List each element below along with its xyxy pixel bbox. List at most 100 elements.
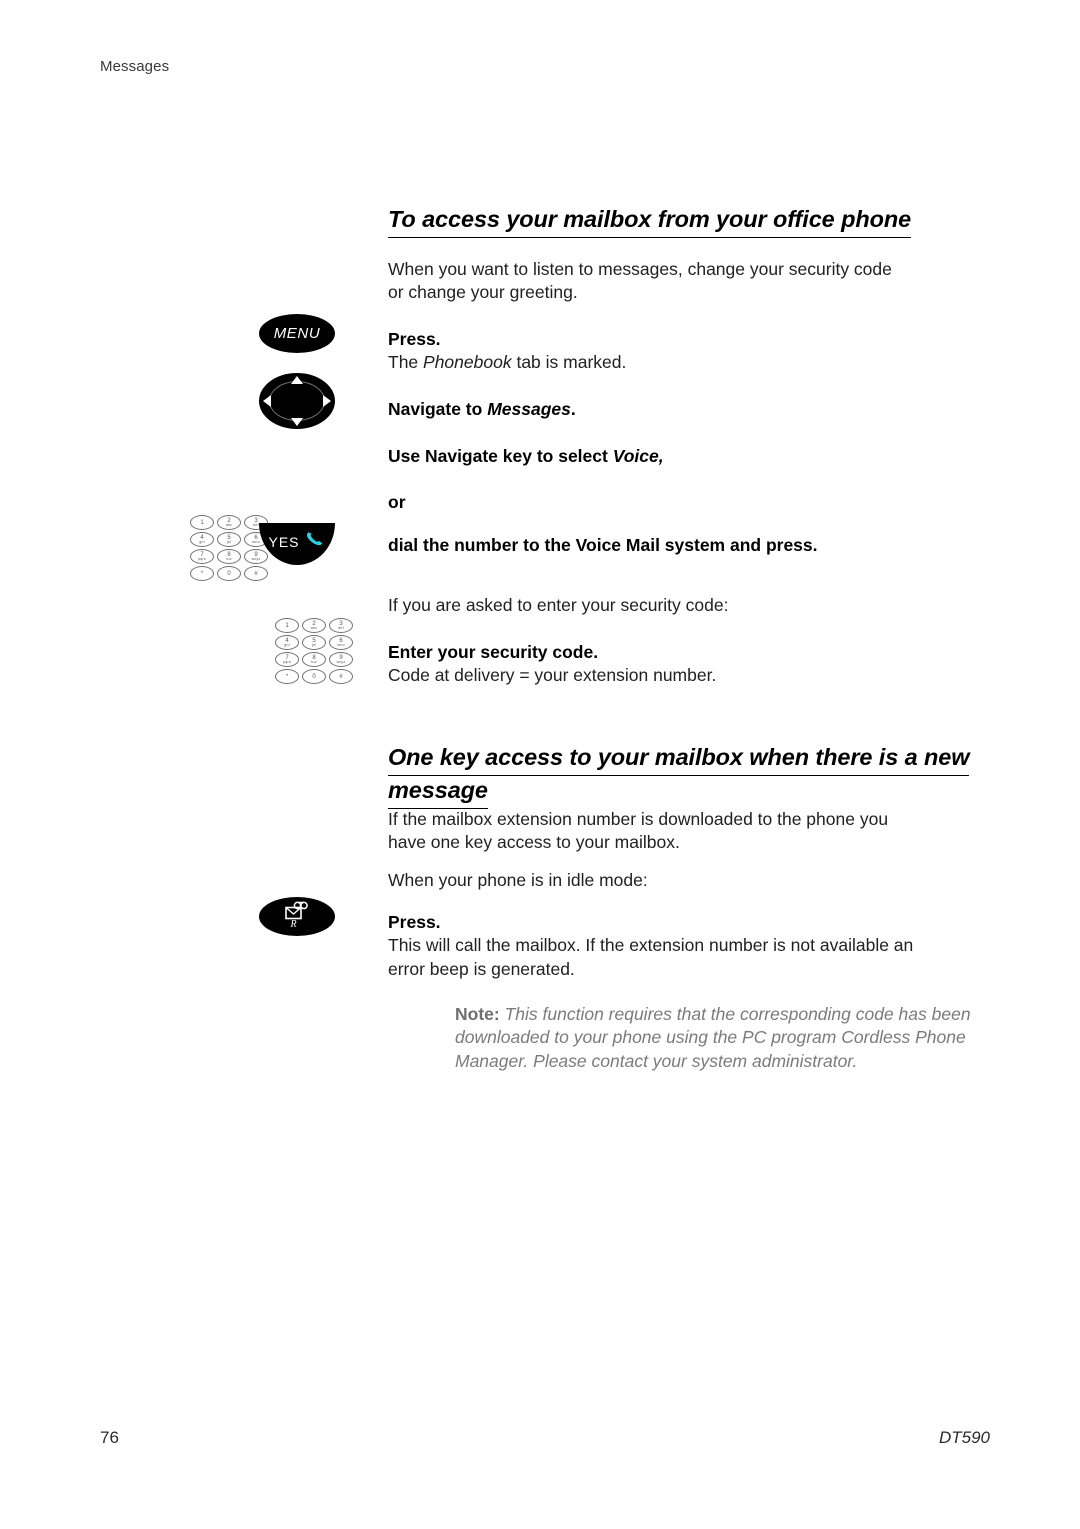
- keypad-key[interactable]: 5 jkl: [302, 635, 326, 650]
- manual-page: Messages To access your mailbox from you…: [0, 0, 1080, 1529]
- keypad-key[interactable]: 0: [302, 669, 326, 684]
- press-2-line-2: error beep is generated.: [388, 958, 575, 979]
- step-navigate-label: Navigate to Messages.: [388, 398, 988, 421]
- mailbox-r-label: R: [289, 919, 296, 929]
- footer-page-number: 76: [100, 1428, 119, 1447]
- step-use-navigate-label: Use Navigate key to select Voice,: [388, 445, 988, 468]
- section-1-intro-line-1: When you want to listen to messages, cha…: [388, 259, 892, 279]
- key-num: #: [339, 673, 343, 680]
- keypad-key[interactable]: 6 mno: [329, 635, 353, 650]
- keypad-key[interactable]: *: [275, 669, 299, 684]
- navigate-c: .: [570, 399, 576, 419]
- step-dial-label: dial the number to the Voice Mail system…: [388, 535, 818, 555]
- key-abc: def: [338, 625, 344, 630]
- keypad-grid-2: 1 2 abc 3 def 4 ghi 5 jkl 6 mno 7 pqrs 8 tuv 9w…: [275, 618, 353, 684]
- key-num: *: [200, 570, 204, 577]
- step-press-menu: Press. The Phonebook tab is marked.: [388, 328, 988, 375]
- keypad-key[interactable]: 7 pqrs: [275, 652, 299, 667]
- section-2-intro-paragraph: If the mailbox extension number is downl…: [388, 808, 988, 855]
- step-press-description: The Phonebook tab is marked.: [388, 351, 988, 374]
- keypad-icon-2[interactable]: 1 2 abc 3 def 4 ghi 5 jkl 6 mno 7 pqrs 8 tuv 9w…: [275, 618, 353, 684]
- keypad-key[interactable]: 1: [275, 618, 299, 633]
- key-num: 0: [227, 570, 231, 577]
- use-navigate-voice: Voice,: [612, 446, 664, 466]
- press-desc-a: The: [388, 352, 424, 373]
- key-abc: ghi: [284, 642, 290, 647]
- step-or: or: [388, 491, 988, 514]
- keypad-key[interactable]: 2 abc: [217, 515, 241, 530]
- phone-handset-icon: [304, 530, 326, 553]
- key-num: 0: [312, 673, 316, 680]
- keypad-key[interactable]: 8 tuv: [302, 652, 326, 667]
- navigate-key-icon[interactable]: [259, 373, 335, 429]
- keypad-key[interactable]: 5 jkl: [217, 532, 241, 547]
- idle-mode-text: When your phone is in idle mode:: [388, 869, 648, 890]
- section-1-intro-paragraph: When you want to listen to messages, cha…: [388, 258, 988, 305]
- section-2-heading-block: One key access to your mailbox when ther…: [388, 743, 988, 809]
- keypad-key[interactable]: 0: [217, 566, 241, 581]
- press-desc-c: tab is marked.: [511, 352, 627, 373]
- section-2-heading-line-2: message: [388, 776, 488, 809]
- step-press-label: Press.: [388, 329, 441, 349]
- keypad-icon-1[interactable]: 1 2 abc 3 def 4 ghi 5 jkl 6 mno 7 pqrs 8 tuv 9w…: [190, 515, 268, 581]
- keypad-key[interactable]: 9 wxyz: [329, 652, 353, 667]
- arrow-right-icon: [323, 395, 331, 407]
- keypad-key[interactable]: 8 tuv: [217, 549, 241, 564]
- key-num: 1: [200, 519, 204, 526]
- step-dial-number: dial the number to the Voice Mail system…: [388, 534, 988, 557]
- key-abc: abc: [225, 522, 233, 527]
- key-abc: tuv: [226, 556, 232, 561]
- key-abc: pqrs: [198, 556, 206, 561]
- keypad-key[interactable]: 3 def: [329, 618, 353, 633]
- mailbox-key-icon[interactable]: R: [259, 897, 335, 936]
- key-abc: jkl: [312, 642, 316, 647]
- section-1-intro-line-2: or change your greeting.: [388, 282, 578, 303]
- keypad-key[interactable]: 4 ghi: [190, 532, 214, 547]
- keypad-key[interactable]: 1: [190, 515, 214, 530]
- keypad-key[interactable]: *: [190, 566, 214, 581]
- menu-key-label: MENU: [273, 325, 321, 342]
- section-1-heading: To access your mailbox from your office …: [388, 205, 988, 238]
- keypad-key[interactable]: #: [329, 669, 353, 684]
- step-navigate-messages: Navigate to Messages.: [388, 398, 988, 421]
- arrow-left-icon: [263, 395, 271, 407]
- step-enter-security-code: Enter your security code. Code at delive…: [388, 641, 988, 688]
- voicemail-envelope-icon: R: [282, 899, 312, 934]
- code-delivery-text: Code at delivery = your extension number…: [388, 665, 717, 686]
- arrow-down-icon: [291, 418, 303, 426]
- press-2-description: This will call the mailbox. If the exten…: [388, 934, 988, 981]
- section-2-heading-line-1: One key access to your mailbox when ther…: [388, 743, 970, 776]
- note-text: This function requires that the correspo…: [455, 1004, 971, 1071]
- key-num: *: [285, 673, 289, 680]
- note-block: Note: This function requires that the co…: [455, 1003, 985, 1073]
- section-2-intro-line-1: If the mailbox extension number is downl…: [388, 809, 889, 829]
- key-num: #: [254, 570, 258, 577]
- navigate-a: Navigate to: [388, 399, 488, 419]
- yes-key-icon[interactable]: YES: [259, 523, 335, 565]
- section-1-heading-line-1: To access your mailbox from your office …: [388, 205, 911, 238]
- key-abc: tuv: [311, 659, 317, 664]
- section-2-intro-line-2: have one key access to your mailbox.: [388, 832, 680, 853]
- keypad-key[interactable]: 7 pqrs: [190, 549, 214, 564]
- step-use-navigate-voice: Use Navigate key to select Voice,: [388, 445, 988, 468]
- step-press-mailbox: Press. This will call the mailbox. If th…: [388, 911, 988, 981]
- arrow-up-icon: [291, 376, 303, 384]
- step-or-label: or: [388, 492, 406, 512]
- key-abc: mno: [337, 642, 345, 647]
- keypad-grid-1: 1 2 abc 3 def 4 ghi 5 jkl 6 mno 7 pqrs 8 tuv 9w…: [190, 515, 268, 581]
- section-2-intro: If the mailbox extension number is downl…: [388, 808, 988, 892]
- keypad-key[interactable]: 2 abc: [302, 618, 326, 633]
- key-abc: wxyz: [336, 659, 346, 664]
- key-abc: pqrs: [283, 659, 291, 664]
- menu-key-icon[interactable]: MENU: [259, 314, 335, 353]
- enter-code-label: Enter your security code.: [388, 642, 599, 662]
- keypad-key[interactable]: #: [244, 566, 268, 581]
- press-desc-phonebook: Phonebook: [423, 352, 512, 373]
- security-code-prompt: If you are asked to enter your security …: [388, 594, 988, 617]
- press-2-line-1: This will call the mailbox. If the exten…: [388, 935, 914, 956]
- note-label: Note:: [455, 1004, 500, 1024]
- press-2-label: Press.: [388, 912, 441, 932]
- keypad-key[interactable]: 4 ghi: [275, 635, 299, 650]
- if-asked-text: If you are asked to enter your security …: [388, 595, 729, 615]
- navigate-messages: Messages: [487, 399, 571, 419]
